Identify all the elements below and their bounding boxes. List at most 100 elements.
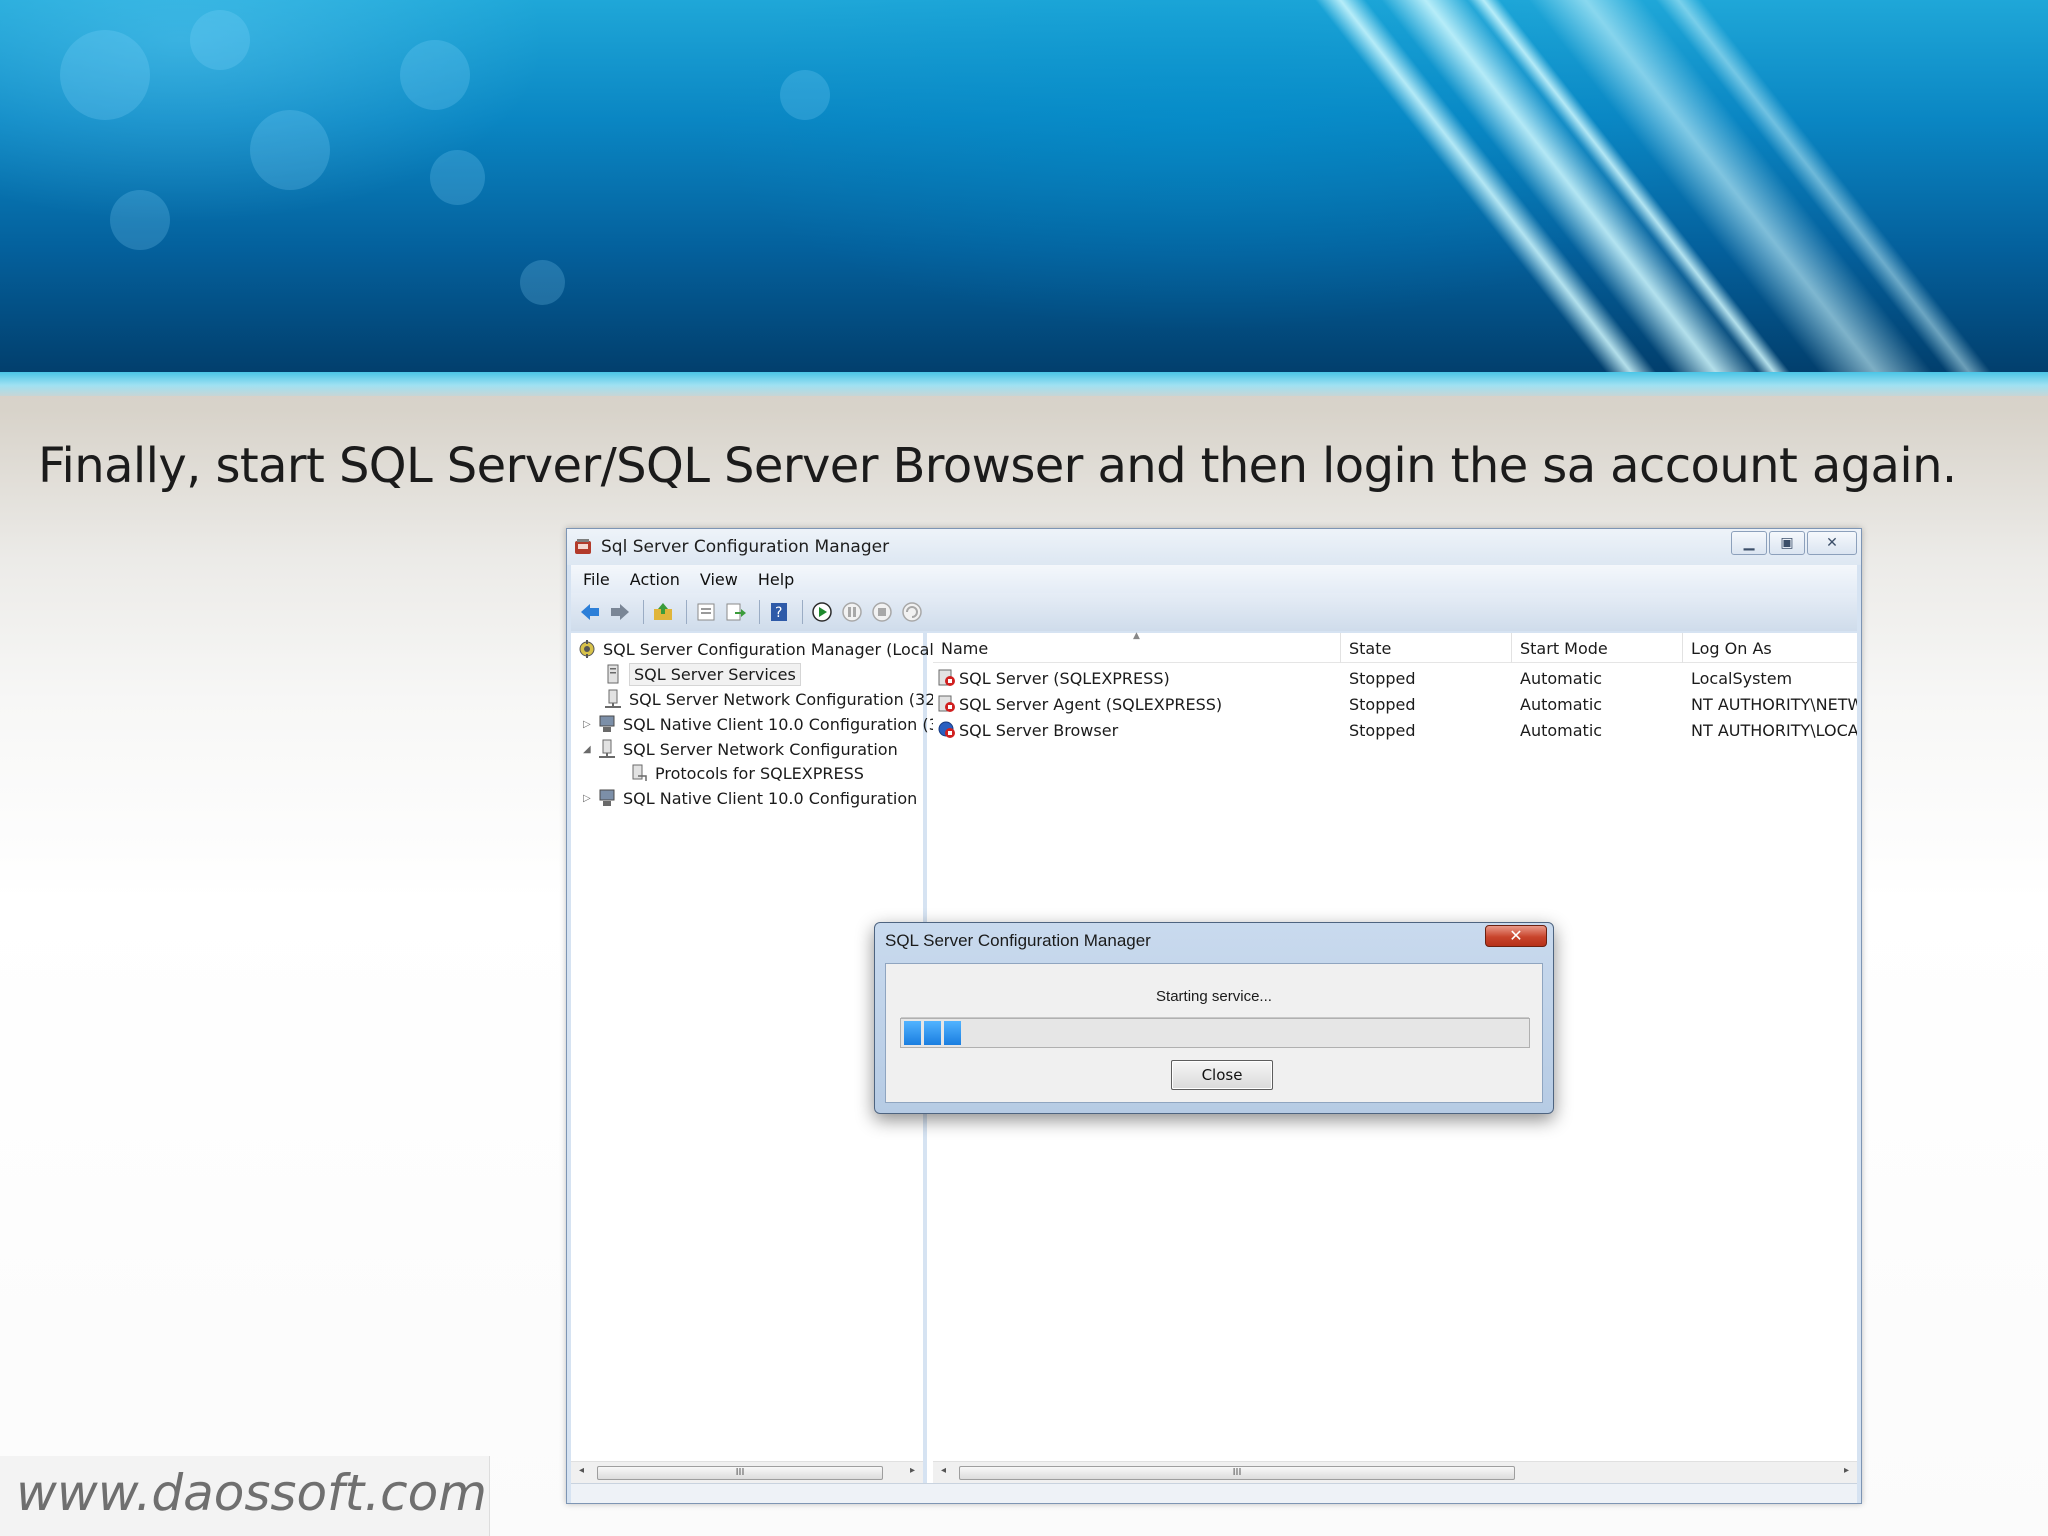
service-state: Stopped bbox=[1349, 694, 1416, 714]
tree-item-label: Protocols for SQLEXPRESS bbox=[655, 763, 864, 783]
tree-item-protocols-sqlexpress[interactable]: Protocols for SQLEXPRESS bbox=[629, 761, 864, 785]
app-icon bbox=[573, 537, 593, 557]
progress-segment bbox=[944, 1021, 961, 1045]
tree-horizontal-scrollbar[interactable]: ◂ III ▸ bbox=[571, 1461, 923, 1483]
column-label: Log On As bbox=[1691, 638, 1772, 658]
scroll-thumb[interactable]: III bbox=[597, 1466, 883, 1480]
sort-ascending-icon: ▲ bbox=[1133, 631, 1140, 641]
close-button[interactable]: Close bbox=[1171, 1060, 1273, 1090]
service-start-mode: Automatic bbox=[1520, 694, 1603, 714]
column-name[interactable]: ▲ Name bbox=[933, 631, 1341, 663]
server-icon bbox=[603, 664, 623, 684]
back-icon[interactable] bbox=[577, 599, 603, 625]
menu-view[interactable]: View bbox=[688, 570, 746, 589]
tree-item-network-config-32bit[interactable]: SQL Server Network Configuration (32bit bbox=[603, 687, 956, 711]
tree-root-label: SQL Server Configuration Manager (Local) bbox=[603, 639, 941, 659]
dialog-body: Starting service... Close bbox=[885, 963, 1543, 1103]
menu-file[interactable]: File bbox=[571, 570, 618, 589]
header-banner bbox=[0, 0, 2048, 378]
scroll-thumb[interactable]: III bbox=[959, 1466, 1515, 1480]
tree-item-label: SQL Server Network Configuration (32bit bbox=[629, 689, 957, 709]
toolbar-separator bbox=[759, 600, 760, 624]
column-label: Start Mode bbox=[1520, 638, 1608, 658]
table-row[interactable]: SQL Server Browser Stopped Automatic NT … bbox=[933, 717, 1857, 743]
scroll-left-icon[interactable]: ◂ bbox=[941, 1465, 946, 1476]
tree-item-label: SQL Native Client 10.0 Configuration (32… bbox=[623, 714, 956, 734]
service-state: Stopped bbox=[1349, 668, 1416, 688]
service-log-on-as: NT AUTHORITY\NETW bbox=[1691, 694, 1857, 714]
minimize-icon[interactable]: ▁ bbox=[1731, 531, 1767, 555]
service-log-on-as: LocalSystem bbox=[1691, 668, 1793, 688]
restart-service-icon[interactable] bbox=[899, 599, 925, 625]
status-bar bbox=[571, 1483, 1857, 1503]
dialog-titlebar[interactable]: SQL Server Configuration Manager ✕ bbox=[875, 923, 1553, 959]
progress-fill bbox=[904, 1021, 964, 1045]
browser-service-icon bbox=[937, 720, 957, 740]
progress-segment bbox=[924, 1021, 941, 1045]
export-icon[interactable] bbox=[723, 599, 749, 625]
toolbar: ? bbox=[571, 593, 1857, 631]
help-icon[interactable]: ? bbox=[766, 599, 792, 625]
tree-item-sql-server-services[interactable]: SQL Server Services bbox=[603, 662, 801, 686]
toolbar-separator bbox=[643, 600, 644, 624]
close-icon[interactable]: ✕ bbox=[1807, 531, 1857, 555]
tree-item-label: SQL Native Client 10.0 Configuration bbox=[623, 788, 918, 808]
service-name: SQL Server Agent (SQLEXPRESS) bbox=[959, 694, 1223, 714]
window-titlebar[interactable]: Sql Server Configuration Manager ▁ ▣ ✕ bbox=[567, 529, 1861, 565]
column-log-on-as[interactable]: Log On As bbox=[1683, 633, 1857, 663]
progress-track bbox=[901, 1017, 1529, 1018]
network-config-icon bbox=[597, 739, 617, 759]
column-label: Name bbox=[941, 638, 989, 658]
dialog-message: Starting service... bbox=[1156, 988, 1272, 1005]
column-state[interactable]: State bbox=[1341, 633, 1512, 663]
scroll-left-icon[interactable]: ◂ bbox=[579, 1465, 584, 1476]
menu-help[interactable]: Help bbox=[746, 570, 802, 589]
toolbar-separator bbox=[802, 600, 803, 624]
properties-icon[interactable] bbox=[693, 599, 719, 625]
footer-url: www.daossoft.com bbox=[0, 1456, 490, 1536]
service-start-mode: Automatic bbox=[1520, 720, 1603, 740]
svg-text:?: ? bbox=[775, 605, 782, 621]
table-row[interactable]: SQL Server Agent (SQLEXPRESS) Stopped Au… bbox=[933, 691, 1857, 717]
column-label: State bbox=[1349, 638, 1392, 658]
progress-bar bbox=[900, 1017, 1530, 1048]
expand-icon[interactable]: ▷ bbox=[583, 793, 597, 804]
stop-service-icon[interactable] bbox=[869, 599, 895, 625]
scroll-right-icon[interactable]: ▸ bbox=[1844, 1465, 1849, 1476]
service-stopped-icon bbox=[937, 668, 957, 688]
banner-stripe bbox=[0, 372, 2048, 396]
expand-icon[interactable]: ▷ bbox=[583, 719, 597, 730]
starting-service-dialog: SQL Server Configuration Manager ✕ Start… bbox=[874, 922, 1554, 1114]
progress-segment bbox=[904, 1021, 921, 1045]
table-row[interactable]: SQL Server (SQLEXPRESS) Stopped Automati… bbox=[933, 665, 1857, 691]
tree-item-label: SQL Server Network Configuration bbox=[623, 739, 898, 759]
dialog-close-icon[interactable]: ✕ bbox=[1485, 925, 1547, 947]
menu-action[interactable]: Action bbox=[618, 570, 688, 589]
collapse-icon[interactable]: ◢ bbox=[583, 744, 597, 755]
service-log-on-as: NT AUTHORITY\LOCA bbox=[1691, 720, 1857, 740]
dialog-title: SQL Server Configuration Manager bbox=[885, 931, 1151, 950]
up-folder-icon[interactable] bbox=[650, 599, 676, 625]
list-header: ▲ Name State Start Mode Log On As bbox=[933, 631, 1857, 663]
scroll-right-icon[interactable]: ▸ bbox=[910, 1465, 915, 1476]
native-client-icon bbox=[597, 788, 617, 808]
maximize-icon[interactable]: ▣ bbox=[1769, 531, 1805, 555]
tree-item-network-config[interactable]: ◢ SQL Server Network Configuration bbox=[583, 737, 898, 761]
service-start-mode: Automatic bbox=[1520, 668, 1603, 688]
list-horizontal-scrollbar[interactable]: ◂ III ▸ bbox=[933, 1461, 1857, 1483]
window-title: Sql Server Configuration Manager bbox=[601, 537, 890, 557]
slide-heading: Finally, start SQL Server/SQL Server Bro… bbox=[38, 438, 1957, 494]
window-controls: ▁ ▣ ✕ bbox=[1729, 531, 1857, 555]
start-service-icon[interactable] bbox=[809, 599, 835, 625]
menu-bar: File Action View Help bbox=[571, 565, 1857, 593]
tree-item-native-client[interactable]: ▷ SQL Native Client 10.0 Configuration bbox=[583, 786, 917, 810]
network-config-icon bbox=[603, 689, 623, 709]
pause-service-icon[interactable] bbox=[839, 599, 865, 625]
tree-item-native-client-32bit[interactable]: ▷ SQL Native Client 10.0 Configuration (… bbox=[583, 712, 955, 736]
service-name: SQL Server (SQLEXPRESS) bbox=[959, 668, 1170, 688]
column-start-mode[interactable]: Start Mode bbox=[1512, 633, 1683, 663]
forward-icon[interactable] bbox=[607, 599, 633, 625]
toolbar-separator bbox=[686, 600, 687, 624]
tree-root[interactable]: SQL Server Configuration Manager (Local) bbox=[577, 637, 940, 661]
tree-item-label: SQL Server Services bbox=[629, 662, 801, 686]
